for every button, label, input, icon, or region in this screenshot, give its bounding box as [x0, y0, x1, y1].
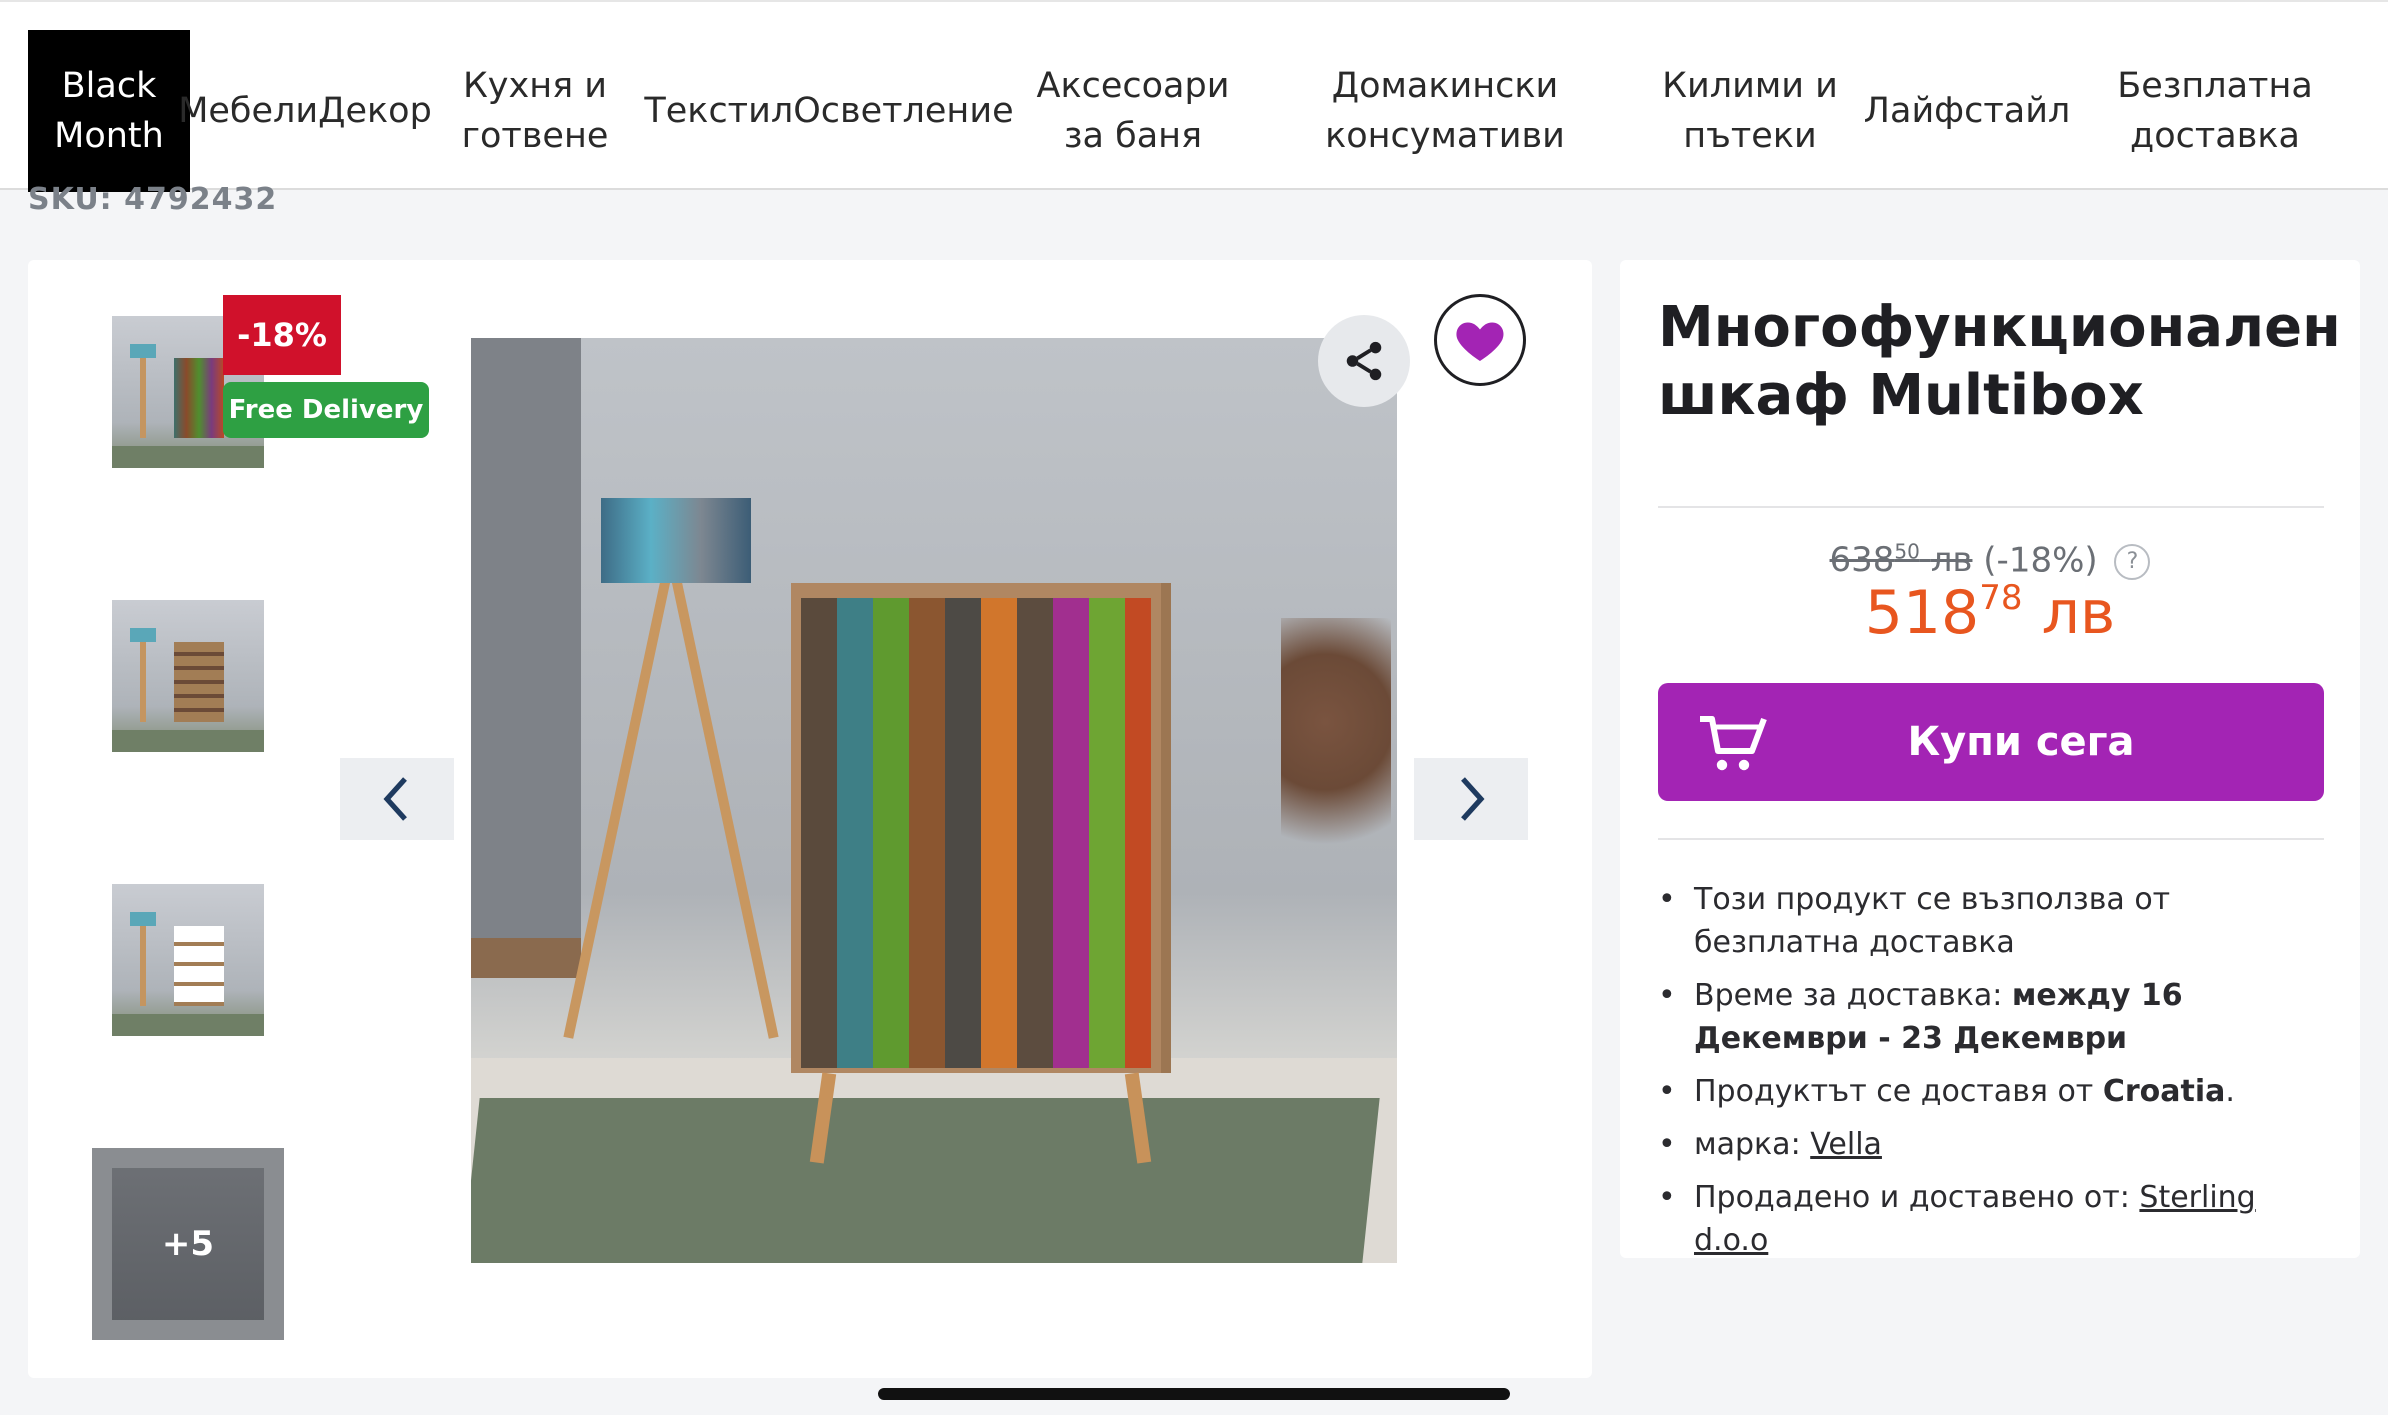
cabinet-slat	[1089, 598, 1125, 1068]
cabinet-slat	[1017, 598, 1053, 1068]
thumbnail-lamp	[130, 344, 156, 358]
cabinet-slat	[1053, 598, 1089, 1068]
thumbnail-cabinet	[174, 642, 224, 722]
thumbnail-cabinet	[174, 926, 224, 1006]
nav-item-bath-accessories[interactable]: Аксесоари за баня	[1018, 30, 1248, 192]
thumbnail-lamp-leg	[140, 926, 146, 1006]
heart-icon	[1456, 322, 1504, 361]
gallery-more-thumbnails[interactable]: +5	[92, 1148, 284, 1340]
share-button[interactable]	[1318, 315, 1410, 407]
thumbnail-rug	[112, 730, 264, 752]
nav-item-kitchen[interactable]: Кухня и готвене	[440, 30, 630, 192]
detail-ships-from: Продуктът се доставя от Croatia.	[1658, 1070, 2324, 1113]
buy-now-label: Купи сега	[1907, 719, 2135, 765]
product-details-list: Този продукт се възползва от безплатна д…	[1658, 878, 2324, 1272]
current-price: 51878 лв	[1864, 578, 2116, 648]
thumbnail-cabinet	[174, 358, 224, 438]
divider	[1658, 838, 2324, 840]
image-side-table	[471, 938, 581, 978]
thumbnail-lamp-leg	[140, 358, 146, 438]
nav-item-free-delivery[interactable]: Безплатна доставка	[2100, 30, 2330, 192]
free-delivery-badge: Free Delivery	[223, 382, 429, 438]
image-lamp-shade	[601, 498, 751, 583]
cabinet-slat	[1125, 598, 1151, 1068]
gallery-thumbnail[interactable]	[112, 600, 264, 752]
nav-item-textile-lighting[interactable]: ТекстилОсветление	[644, 30, 1013, 192]
nav-item-household[interactable]: Домакински консумативи	[1320, 30, 1570, 192]
more-images-count: +5	[161, 1224, 215, 1264]
gallery-thumbnail[interactable]	[112, 884, 264, 1036]
cabinet-slat	[981, 598, 1017, 1068]
product-title: Многофункционален шкаф Multibox	[1658, 295, 2341, 428]
brand-link[interactable]: Vella	[1810, 1127, 1882, 1162]
thumbnail-lamp	[130, 628, 156, 642]
nav-item-furniture-decor[interactable]: МебелиДекор	[178, 30, 432, 192]
main-product-image[interactable]	[471, 338, 1397, 1263]
product-gallery: +5 -18% Free Delivery	[28, 260, 1592, 1378]
top-navigation: Black Month МебелиДекор Кухня и готвене …	[0, 0, 2388, 192]
image-wall-shadow	[471, 338, 581, 958]
detail-brand: марка: Vella	[1658, 1123, 2324, 1166]
thumbnail-lamp	[130, 912, 156, 926]
detail-seller: Продадено и доставено от: Sterling d.o.o	[1658, 1176, 2324, 1262]
nav-item-carpets[interactable]: Килими и пътеки	[1660, 30, 1840, 192]
next-image-button[interactable]	[1414, 758, 1528, 840]
cabinet-slat	[909, 598, 945, 1068]
cabinet-slat	[801, 598, 837, 1068]
image-lamp-leg	[671, 576, 779, 1039]
old-price-discount: (-18%)	[1983, 540, 2098, 581]
image-rug	[471, 1098, 1380, 1263]
buy-now-button[interactable]: Купи сега	[1658, 683, 2324, 801]
detail-delivery-time: Време за доставка: между 16 Декември - 2…	[1658, 974, 2324, 1060]
home-indicator	[878, 1388, 1510, 1400]
nav-item-black-month[interactable]: Black Month	[28, 30, 190, 192]
help-icon[interactable]: ?	[2114, 543, 2151, 580]
product-info-card: Многофункционален шкаф Multibox 63850 лв…	[1620, 260, 2360, 1258]
share-icon	[1346, 341, 1382, 381]
image-cabinet	[791, 583, 1161, 1073]
thumbnail-lamp-leg	[140, 642, 146, 722]
divider	[1658, 506, 2324, 508]
chevron-right-icon	[1461, 777, 1485, 821]
cabinet-slat	[945, 598, 981, 1068]
detail-free-delivery: Този продукт се възползва от безплатна д…	[1658, 878, 2324, 964]
discount-badge: -18%	[223, 295, 341, 375]
old-price: 63850 лв	[1829, 540, 1973, 581]
sku-label: SKU: 4792432	[28, 182, 278, 217]
cabinet-slat	[837, 598, 873, 1068]
cabinet-slat	[873, 598, 909, 1068]
image-plant	[1281, 618, 1391, 878]
thumbnail-rug	[112, 1014, 264, 1036]
favorite-button[interactable]	[1434, 294, 1526, 386]
previous-image-button[interactable]	[340, 758, 454, 840]
old-price-row: 63850 лв (-18%) ?	[1620, 540, 2360, 580]
nav-item-lifestyle[interactable]: Лайфстайл	[1862, 30, 2072, 192]
thumbnail-rug	[112, 446, 264, 468]
chevron-left-icon	[383, 777, 407, 821]
